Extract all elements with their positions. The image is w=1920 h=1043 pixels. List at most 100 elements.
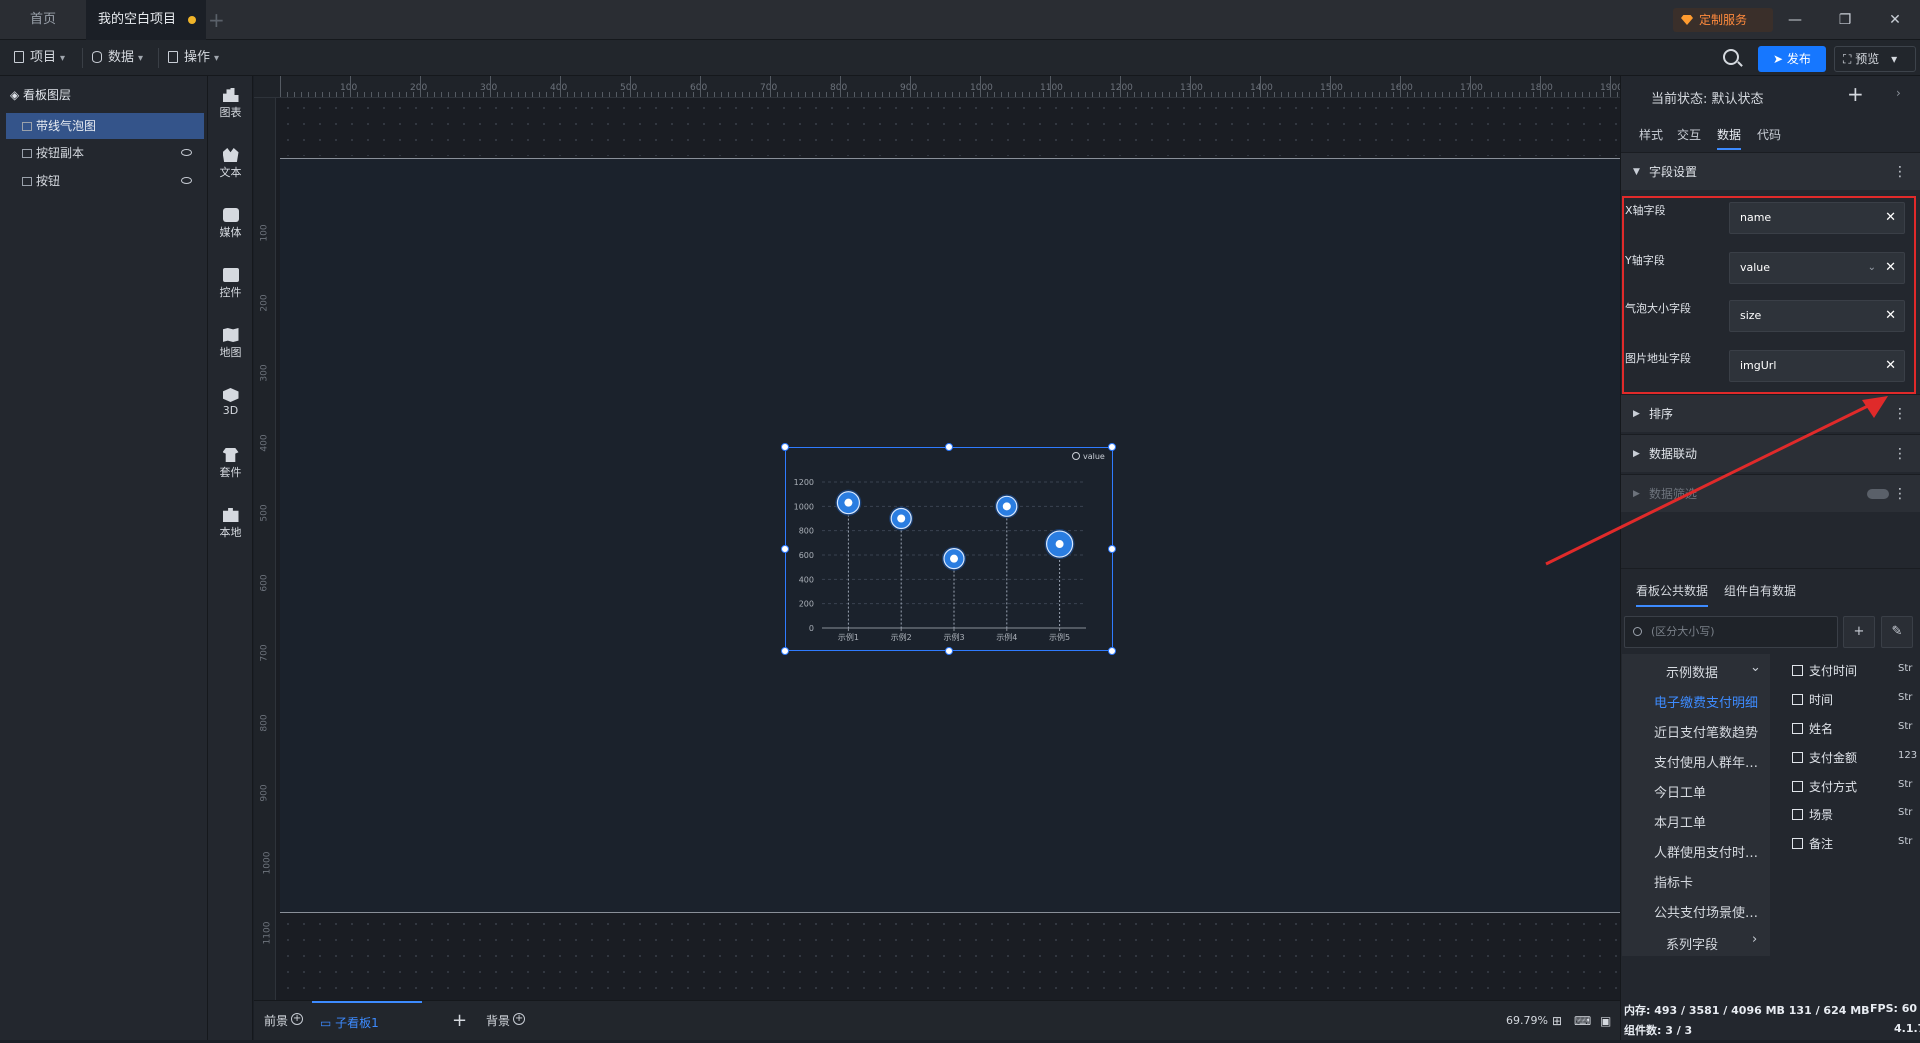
more-icon[interactable]: ⋮ xyxy=(1893,153,1907,191)
rail-media[interactable]: 媒体 xyxy=(208,208,253,240)
add-dataset-button[interactable]: + xyxy=(1843,616,1875,648)
bubble-line-chart[interactable]: 0 200 400 600 800 1000 1200 示例1 示例2 示例3 示例4 示例5 valu… xyxy=(785,447,1113,651)
background-tab[interactable]: 背景 + xyxy=(486,1001,526,1041)
checkbox-icon[interactable] xyxy=(1792,752,1803,763)
rail-3d[interactable]: 3D xyxy=(208,388,253,417)
rail-local[interactable]: 本地 xyxy=(208,508,253,540)
dataset-item[interactable]: 近日支付笔数趋势 xyxy=(1654,722,1770,741)
tab-code[interactable]: 代码 xyxy=(1757,126,1781,143)
checkbox-icon[interactable] xyxy=(1792,838,1803,849)
ruler-tick xyxy=(693,92,694,97)
column-item[interactable]: 场景 xyxy=(1792,806,1833,823)
column-item[interactable]: 支付方式 xyxy=(1792,778,1857,795)
dataset-item[interactable]: 支付使用人群年龄... xyxy=(1654,752,1770,771)
column-item[interactable]: 支付时间 xyxy=(1792,662,1857,679)
checkbox-icon[interactable] xyxy=(1792,694,1803,705)
ruler-tick xyxy=(1134,92,1135,97)
ruler-tick xyxy=(777,92,778,97)
resize-handle[interactable] xyxy=(1108,545,1116,553)
resize-handle[interactable] xyxy=(781,443,789,451)
ruler-top[interactable]: 100 200 300 400 500 600 700 800 900 1000 1100 1200 1… xyxy=(254,76,1620,98)
tab-data[interactable]: 数据 xyxy=(1717,126,1742,150)
rail-map[interactable]: 地图 xyxy=(208,328,253,360)
checkbox-icon[interactable] xyxy=(1792,781,1803,792)
rail-control[interactable]: 控件 xyxy=(208,268,253,300)
search-icon[interactable] xyxy=(1723,49,1739,65)
resize-handle[interactable] xyxy=(781,647,789,655)
column-item[interactable]: 备注 xyxy=(1792,835,1833,852)
close-icon[interactable]: ✕ xyxy=(1872,0,1918,40)
tab-interaction[interactable]: 交互 xyxy=(1677,126,1701,143)
add-tab-button[interactable]: + xyxy=(208,8,225,32)
column-name: 姓名 xyxy=(1809,722,1834,736)
ruler-tick xyxy=(1393,92,1394,97)
resize-handle[interactable] xyxy=(945,647,953,655)
chevron-right-icon[interactable]: › xyxy=(1896,86,1901,100)
dataset-item[interactable]: 电子缴费支付明细 xyxy=(1654,692,1770,711)
add-state-icon[interactable]: + xyxy=(1847,82,1864,106)
column-item[interactable]: 姓名 xyxy=(1792,720,1833,737)
checkbox-icon[interactable] xyxy=(1792,809,1803,820)
restore-icon[interactable]: ❐ xyxy=(1822,0,1868,40)
tab-public-data[interactable]: 看板公共数据 xyxy=(1636,582,1709,607)
ruler-tick xyxy=(1533,92,1534,97)
resize-handle[interactable] xyxy=(945,443,953,451)
ruler-tick-label: 400 xyxy=(259,434,270,452)
field-settings-header[interactable]: ▼ 字段设置 ⋮ xyxy=(1621,152,1920,190)
menu-ops-label: 操作 xyxy=(184,50,211,65)
fit-screen-icon[interactable]: ⊞ xyxy=(1552,1001,1562,1041)
tab-home[interactable]: 首页 xyxy=(18,0,88,40)
zoom-level[interactable]: 69.79% xyxy=(1506,1001,1548,1041)
resize-handle[interactable] xyxy=(1108,647,1116,655)
custom-service-button[interactable]: 定制服务 xyxy=(1673,8,1773,32)
layer-item[interactable]: 带线气泡图 xyxy=(6,113,204,139)
eye-hidden-icon[interactable] xyxy=(181,177,192,184)
resize-handle[interactable] xyxy=(781,545,789,553)
add-circle-icon[interactable]: + xyxy=(513,1013,526,1025)
dataset-item[interactable]: 本月工单 xyxy=(1654,812,1770,831)
subboard-tab[interactable]: ▭ 子看板1 xyxy=(312,1001,422,1041)
ruler-tick xyxy=(1001,92,1002,97)
resize-handle[interactable] xyxy=(1108,443,1116,451)
keyboard-icon[interactable]: ⌨ xyxy=(1574,1001,1591,1041)
column-item[interactable]: 支付金额 xyxy=(1792,749,1857,766)
minimize-icon[interactable]: — xyxy=(1772,0,1818,40)
ruler-tick xyxy=(364,92,365,97)
menu-data[interactable]: 数据 ▾ xyxy=(92,40,143,76)
add-circle-icon[interactable]: + xyxy=(291,1013,304,1025)
ruler-tick xyxy=(1309,92,1310,97)
rail-kit[interactable]: 套件 xyxy=(208,448,253,480)
column-item[interactable]: 时间 xyxy=(1792,691,1833,708)
ruler-tick xyxy=(609,92,610,97)
layer-item[interactable]: 按钮 xyxy=(6,168,204,194)
eye-hidden-icon[interactable] xyxy=(181,149,192,156)
rail-text[interactable]: 文本 xyxy=(208,148,253,180)
tab-own-data[interactable]: 组件自有数据 xyxy=(1724,582,1796,599)
tab-project[interactable]: 我的空白项目 xyxy=(86,0,206,40)
ruler-tick xyxy=(1099,92,1100,97)
terminal-icon[interactable]: ▣ xyxy=(1600,1001,1611,1041)
preview-button[interactable]: ⛶ 预览 ▾ xyxy=(1834,46,1916,72)
edit-dataset-button[interactable]: ✎ xyxy=(1881,616,1913,648)
foreground-tab[interactable]: 前景 + xyxy=(264,1001,304,1041)
dataset-item[interactable]: 公共支付场景使用... xyxy=(1654,902,1770,921)
layer-item[interactable]: 按钮副本 xyxy=(6,140,204,166)
dataset-item[interactable]: 人群使用支付时间... xyxy=(1654,842,1770,861)
checkbox-icon[interactable] xyxy=(1792,665,1803,676)
menu-ops[interactable]: 操作 ▾ xyxy=(168,40,219,76)
dataset-search-input[interactable]: (区分大小写) xyxy=(1624,616,1838,648)
checkbox-icon[interactable] xyxy=(1792,723,1803,734)
tab-style[interactable]: 样式 xyxy=(1639,126,1663,143)
column-type: Str xyxy=(1898,692,1913,703)
dataset-item[interactable]: 今日工单 xyxy=(1654,782,1770,801)
series-field-item[interactable]: 系列字段 xyxy=(1666,934,1782,953)
x-tick-label: 示例2 xyxy=(891,632,912,642)
publish-button[interactable]: ➤ 发布 xyxy=(1758,46,1826,72)
dataset-group[interactable]: 示例数据 xyxy=(1666,662,1782,681)
add-subboard-button[interactable]: + xyxy=(452,1001,467,1041)
dataset-item[interactable]: 指标卡 xyxy=(1654,872,1770,891)
rail-chart[interactable]: 图表 xyxy=(208,88,253,120)
ruler-left[interactable]: 100 200 300 400 500 600 700 800 900 1000 1100 xyxy=(254,98,276,1000)
state-value[interactable]: 默认状态 xyxy=(1712,92,1764,107)
menu-project[interactable]: 项目 ▾ xyxy=(14,40,65,76)
